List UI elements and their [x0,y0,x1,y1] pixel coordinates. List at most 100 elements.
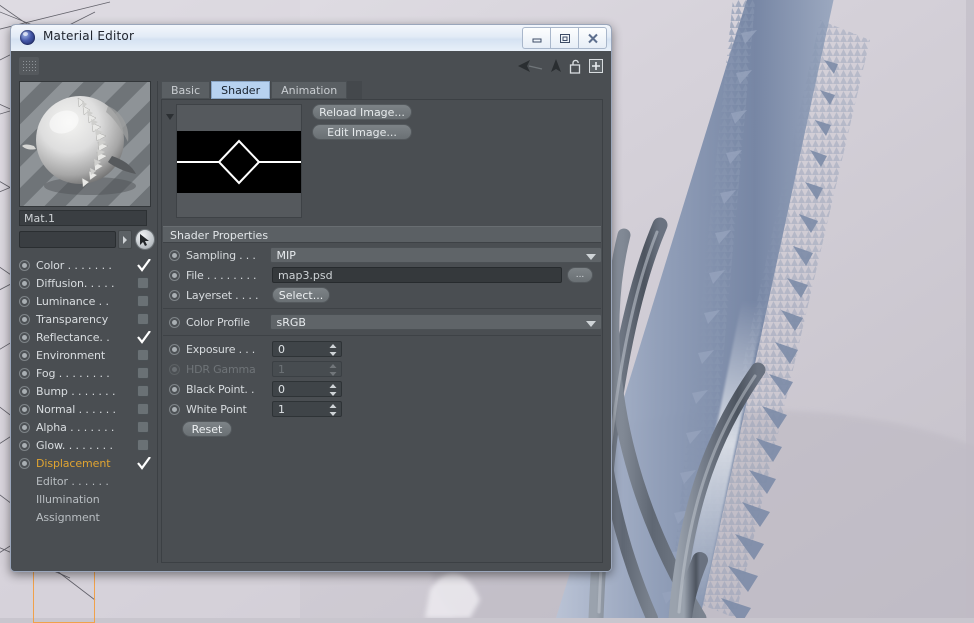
material-editor-window[interactable]: Material Editor Mat.1 Color . . . . . . … [10,24,612,572]
channel-checkbox[interactable] [137,439,149,451]
search-input[interactable] [19,231,117,248]
channel-radio[interactable] [19,403,30,415]
channel-row-transparency[interactable]: Transparency [19,310,155,328]
channel-radio[interactable] [19,457,30,469]
maximize-button[interactable] [550,27,578,49]
channel-checkbox[interactable] [137,385,149,397]
channel-label: Assignment [36,510,100,524]
channel-radio[interactable] [19,439,30,451]
cursor-picker-icon[interactable] [134,229,155,250]
property-radio-layerset[interactable] [169,289,180,301]
chevron-right-icon[interactable] [118,230,132,249]
property-label-color-profile: Color Profile [186,315,250,329]
channel-checkbox[interactable] [137,421,149,433]
property-value-sampling: MIP [276,248,296,262]
channel-list: Color . . . . . . . Diffusion. . . . . Lum… [19,256,155,526]
channel-checkbox[interactable] [137,349,149,361]
property-spinner-white-point[interactable]: 1 [272,401,342,417]
property-input-file[interactable]: map3.psd [272,267,562,283]
channel-label: Alpha . . . . . . . [36,420,115,434]
property-radio-white-point[interactable] [169,403,180,415]
channel-label: Illumination [36,492,100,506]
collapse-triangle-icon[interactable] [166,106,175,125]
channel-row-displacement[interactable]: Displacement [19,454,155,472]
lock-icon[interactable] [569,59,582,74]
property-radio-color-profile[interactable] [169,316,180,328]
reload-image-button[interactable]: Reload Image... [312,104,412,120]
property-value-color-profile: sRGB [276,315,306,329]
channel-checkbox[interactable] [137,259,151,272]
channel-radio[interactable] [19,259,30,271]
browse-file-button[interactable]: ... [567,267,593,283]
property-radio-sampling[interactable] [169,249,180,261]
property-radio-black-point[interactable] [169,383,180,395]
property-radio-exposure[interactable] [169,343,180,355]
channel-checkbox[interactable] [137,331,151,344]
channel-label: Fog . . . . . . . . [36,366,110,380]
channel-row-glow[interactable]: Glow. . . . . . . . [19,436,155,454]
window-titlebar[interactable]: Material Editor [11,25,611,52]
channel-checkbox[interactable] [137,277,149,289]
channel-checkbox[interactable] [137,367,149,379]
property-select-sampling[interactable]: MIP [269,247,602,263]
close-button[interactable] [578,27,607,49]
plus-icon[interactable] [589,59,603,73]
channel-radio[interactable] [19,367,30,379]
channel-row-color[interactable]: Color . . . . . . . [19,256,155,274]
reset-button[interactable]: Reset [182,421,232,437]
property-row-file: File . . . . . . . . map3.psd... [162,265,602,285]
channel-checkbox[interactable] [137,403,149,415]
channel-row-luminance[interactable]: Luminance . . [19,292,155,310]
tab-animation[interactable]: Animation [271,81,348,99]
property-radio-file[interactable] [169,269,180,281]
channel-label: Luminance . . [36,294,109,308]
material-preview[interactable] [19,81,151,207]
channel-row-assignment[interactable]: Assignment [19,508,155,526]
property-select-color-profile[interactable]: sRGB [269,314,602,330]
tab-shader[interactable]: Shader [211,81,271,99]
channel-row-diffusion[interactable]: Diffusion. . . . . [19,274,155,292]
channel-radio[interactable] [19,295,30,307]
channel-radio[interactable] [19,421,30,433]
channel-radio[interactable] [19,313,30,325]
channel-label: Bump . . . . . . . [36,384,116,398]
channel-row-editor[interactable]: Editor . . . . . . [19,472,155,490]
back-arrow-icon[interactable] [517,59,543,73]
channel-checkbox[interactable] [137,313,149,325]
property-spinner-black-point[interactable]: 0 [272,381,342,397]
channel-radio[interactable] [19,331,30,343]
image-preview[interactable] [176,104,302,218]
minimize-button[interactable] [522,27,550,49]
layerset-select-button[interactable]: Select... [272,287,330,303]
channel-label: Environment [36,348,106,362]
channel-row-bump[interactable]: Bump . . . . . . . [19,382,155,400]
up-arrow-icon[interactable] [550,59,562,73]
property-row-white-point: White Point 1 [162,399,602,419]
window-controls [522,27,607,49]
channel-checkbox[interactable] [137,457,151,470]
channel-row-alpha[interactable]: Alpha . . . . . . . [19,418,155,436]
channel-row-environment[interactable]: Environment [19,346,155,364]
channel-row-normal[interactable]: Normal . . . . . . [19,400,155,418]
drag-grip-handle[interactable] [19,57,39,75]
property-row-black-point: Black Point. . 0 [162,379,602,399]
property-value-exposure: 0 [278,342,285,356]
tab-basic[interactable]: Basic [161,81,211,99]
material-name-field[interactable]: Mat.1 [19,210,147,226]
channel-row-illumination[interactable]: Illumination [19,490,155,508]
shader-panel: Reload Image... Edit Image... Shader Pro… [161,99,603,563]
channel-label: Glow. . . . . . . . [36,438,113,452]
property-radio-hdr-gamma[interactable] [169,363,180,375]
edit-image-button[interactable]: Edit Image... [312,124,412,140]
channel-checkbox[interactable] [137,295,149,307]
channel-label: Reflectance. . [36,330,110,344]
property-spinner-exposure[interactable]: 0 [272,341,342,357]
property-value-hdr-gamma: 1 [278,362,285,376]
channel-row-fog[interactable]: Fog . . . . . . . . [19,364,155,382]
channel-radio[interactable] [19,277,30,289]
channel-row-reflectance[interactable]: Reflectance. . [19,328,155,346]
channel-radio[interactable] [19,349,30,361]
channel-label: Normal . . . . . . [36,402,116,416]
property-row-layerset: Layerset . . . . Select... [162,285,602,305]
channel-radio[interactable] [19,385,30,397]
